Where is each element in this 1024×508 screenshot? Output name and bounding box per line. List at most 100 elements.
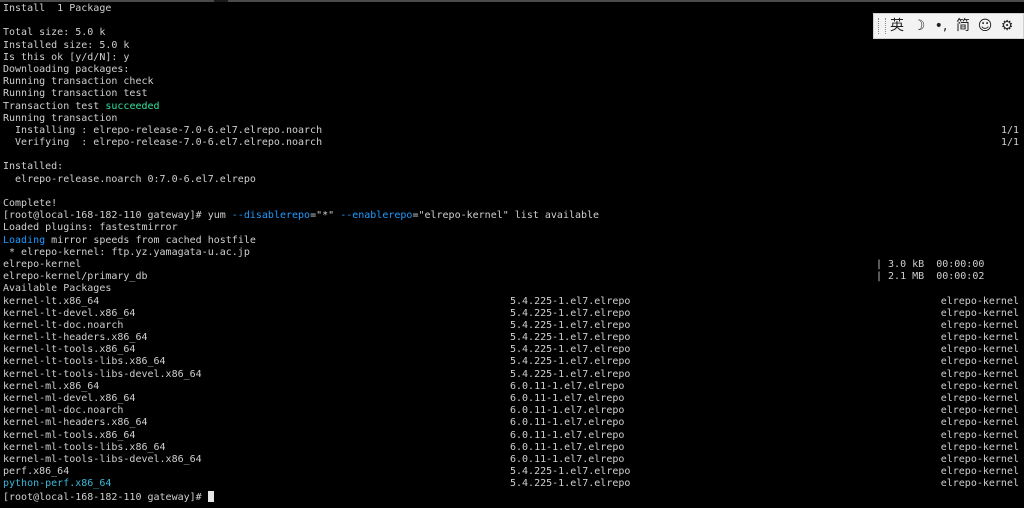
punctuation-icon[interactable]: •, bbox=[930, 15, 952, 37]
package-name: kernel-lt-devel.x86_64 bbox=[3, 307, 136, 319]
terminal-line: Installed: bbox=[3, 161, 64, 173]
package-row: kernel-lt-doc.noarch 5.4.225-1.el7.elrepo… bbox=[3, 320, 1024, 332]
terminal-line: elrepo-release.noarch 0:7.0-6.el7.elrepo bbox=[3, 173, 256, 185]
option-value: ="elrepo-kernel" list available bbox=[412, 210, 600, 222]
loading-word: Loading bbox=[3, 234, 46, 246]
package-name: kernel-ml-headers.x86_64 bbox=[3, 417, 148, 429]
package-version: 6.0.11-1.el7.elrepo bbox=[510, 429, 625, 441]
package-row: kernel-lt.x86_64 5.4.225-1.el7.elrepo elre… bbox=[3, 296, 1024, 308]
shell-prompt: [root@local-168-182-110 gateway]# bbox=[3, 491, 208, 503]
repo-size: | 3.0 kB 00:00:00 bbox=[876, 258, 985, 270]
package-version: 6.0.11-1.el7.elrepo bbox=[510, 417, 625, 429]
package-repo: elrepo-kernel bbox=[940, 429, 1019, 441]
installing-text: Installing : elrepo-release-7.0-6.el7.el… bbox=[3, 124, 323, 136]
option-disablerepo: --disablerepo bbox=[231, 210, 311, 222]
terminal-line: Running transaction check bbox=[3, 76, 154, 88]
installing-progress: 1/1 bbox=[1000, 124, 1019, 136]
available-packages-header: Available Packages bbox=[3, 283, 112, 295]
package-name: python-perf.x86_64 bbox=[3, 478, 112, 490]
package-row: kernel-lt-tools-libs-devel.x86_64 5.4.225… bbox=[3, 369, 1024, 381]
package-row: perf.x86_64 5.4.225-1.el7.elrepo elrepo-ke… bbox=[3, 466, 1024, 478]
repo-row: elrepo-kernel | 3.0 kB 00:00:00 bbox=[3, 259, 1024, 271]
package-version: 6.0.11-1.el7.elrepo bbox=[510, 405, 625, 417]
package-repo: elrepo-kernel bbox=[940, 417, 1019, 429]
option-value: ="*" bbox=[310, 210, 341, 222]
package-repo: elrepo-kernel bbox=[940, 368, 1019, 380]
package-version: 5.4.225-1.el7.elrepo bbox=[510, 319, 631, 331]
package-row: kernel-lt-tools.x86_64 5.4.225-1.el7.elre… bbox=[3, 344, 1024, 356]
package-name: kernel-ml-doc.noarch bbox=[3, 405, 124, 417]
package-repo: elrepo-kernel bbox=[940, 295, 1019, 307]
command-line: [root@local-168-182-110 gateway]# yum --… bbox=[3, 210, 1024, 222]
package-name: kernel-lt.x86_64 bbox=[3, 295, 100, 307]
package-repo: elrepo-kernel bbox=[940, 307, 1019, 319]
moon-icon[interactable]: ☽ bbox=[908, 15, 930, 37]
package-row: kernel-ml-headers.x86_64 6.0.11-1.el7.elr… bbox=[3, 417, 1024, 429]
package-row: kernel-ml-tools-libs-devel.x86_64 6.0.11-… bbox=[3, 454, 1024, 466]
ime-toolbar[interactable]: 英 ☽ •, 简 ☺ ⚙ bbox=[873, 13, 1024, 39]
package-repo: elrepo-kernel bbox=[940, 344, 1019, 356]
package-version: 5.4.225-1.el7.elrepo bbox=[510, 344, 631, 356]
package-version: 5.4.225-1.el7.elrepo bbox=[510, 466, 631, 478]
terminal-line: Transaction test succeeded bbox=[3, 101, 1024, 113]
package-name: perf.x86_64 bbox=[3, 466, 70, 478]
package-version: 5.4.225-1.el7.elrepo bbox=[510, 295, 631, 307]
verifying-progress: 1/1 bbox=[1000, 137, 1019, 149]
package-row: python-perf.x86_64 5.4.225-1.el7.elrepo el… bbox=[3, 478, 1024, 490]
option-enablerepo: --enablerepo bbox=[340, 210, 413, 222]
package-repo: elrepo-kernel bbox=[940, 393, 1019, 404]
package-repo: elrepo-kernel bbox=[940, 332, 1019, 344]
package-version: 6.0.11-1.el7.elrepo bbox=[510, 441, 625, 453]
terminal-output[interactable]: Install 1 Package Total size: 5.0 k Inst… bbox=[3, 3, 1024, 508]
package-version: 5.4.225-1.el7.elrepo bbox=[510, 356, 631, 368]
terminal-line: Loading mirror speeds from cached hostfi… bbox=[3, 235, 1024, 247]
package-name: kernel-ml-devel.x86_64 bbox=[3, 393, 136, 404]
settings-gear-icon[interactable]: ⚙ bbox=[996, 15, 1018, 37]
package-repo: elrepo-kernel bbox=[940, 319, 1019, 331]
repo-name: elrepo-kernel bbox=[3, 258, 82, 270]
package-name: kernel-ml-tools-libs-devel.x86_64 bbox=[3, 453, 202, 465]
repo-size: | 2.1 MB 00:00:02 bbox=[876, 271, 985, 283]
terminal-line: * elrepo-kernel: ftp.yz.yamagata-u.ac.jp bbox=[3, 246, 250, 258]
package-version: 5.4.225-1.el7.elrepo bbox=[510, 478, 631, 490]
package-row: kernel-ml.x86_64 6.0.11-1.el7.elrepo elrep… bbox=[3, 381, 1024, 393]
package-name: kernel-ml-tools.x86_64 bbox=[3, 429, 136, 441]
tab-active[interactable] bbox=[0, 0, 214, 2]
package-name: kernel-lt-tools-libs.x86_64 bbox=[3, 356, 166, 368]
package-repo: elrepo-kernel bbox=[940, 380, 1019, 392]
package-row: kernel-ml-doc.noarch 6.0.11-1.el7.elrepo e… bbox=[3, 405, 1024, 417]
package-name: kernel-lt-headers.x86_64 bbox=[3, 332, 148, 344]
drag-handle-icon[interactable] bbox=[878, 18, 886, 34]
repo-row: elrepo-kernel/primary_db | 2.1 MB 00:00:0… bbox=[3, 271, 1024, 283]
prompt-line: [root@local-168-182-110 gateway]# bbox=[3, 490, 1024, 503]
package-name: kernel-ml-tools-libs.x86_64 bbox=[3, 441, 166, 453]
package-version: 6.0.11-1.el7.elrepo bbox=[510, 453, 625, 465]
package-repo: elrepo-kernel bbox=[940, 356, 1019, 368]
terminal-line: Installed size: 5.0 k bbox=[3, 39, 130, 51]
language-toggle-button[interactable]: 英 bbox=[886, 15, 908, 37]
verifying-text: Verifying : elrepo-release-7.0-6.el7.elr… bbox=[3, 137, 323, 149]
command-name: yum bbox=[207, 210, 232, 222]
terminal-line: Installing : elrepo-release-7.0-6.el7.el… bbox=[3, 125, 1024, 137]
package-repo: elrepo-kernel bbox=[940, 478, 1019, 490]
transaction-test-text: Transaction test bbox=[3, 100, 106, 112]
simplified-chinese-button[interactable]: 简 bbox=[952, 15, 974, 37]
emoji-icon[interactable]: ☺ bbox=[974, 15, 996, 37]
package-repo: elrepo-kernel bbox=[940, 453, 1019, 465]
package-repo: elrepo-kernel bbox=[940, 466, 1019, 478]
package-row: kernel-ml-devel.x86_64 6.0.11-1.el7.elrep… bbox=[3, 393, 1024, 405]
text-cursor[interactable] bbox=[207, 490, 214, 502]
package-row: kernel-ml-tools.x86_64 6.0.11-1.el7.elrep… bbox=[3, 430, 1024, 442]
package-name: kernel-ml.x86_64 bbox=[3, 380, 100, 392]
tab-inactive[interactable] bbox=[228, 0, 1024, 2]
terminal-line: Total size: 5.0 k bbox=[3, 27, 106, 39]
package-version: 6.0.11-1.el7.elrepo bbox=[510, 380, 625, 392]
package-name: kernel-lt-tools-libs-devel.x86_64 bbox=[3, 368, 202, 380]
package-version: 5.4.225-1.el7.elrepo bbox=[510, 307, 631, 319]
terminal-line: Running transaction test bbox=[3, 88, 148, 100]
succeeded-status: succeeded bbox=[105, 100, 160, 112]
terminal-line: Verifying : elrepo-release-7.0-6.el7.elr… bbox=[3, 137, 1024, 149]
